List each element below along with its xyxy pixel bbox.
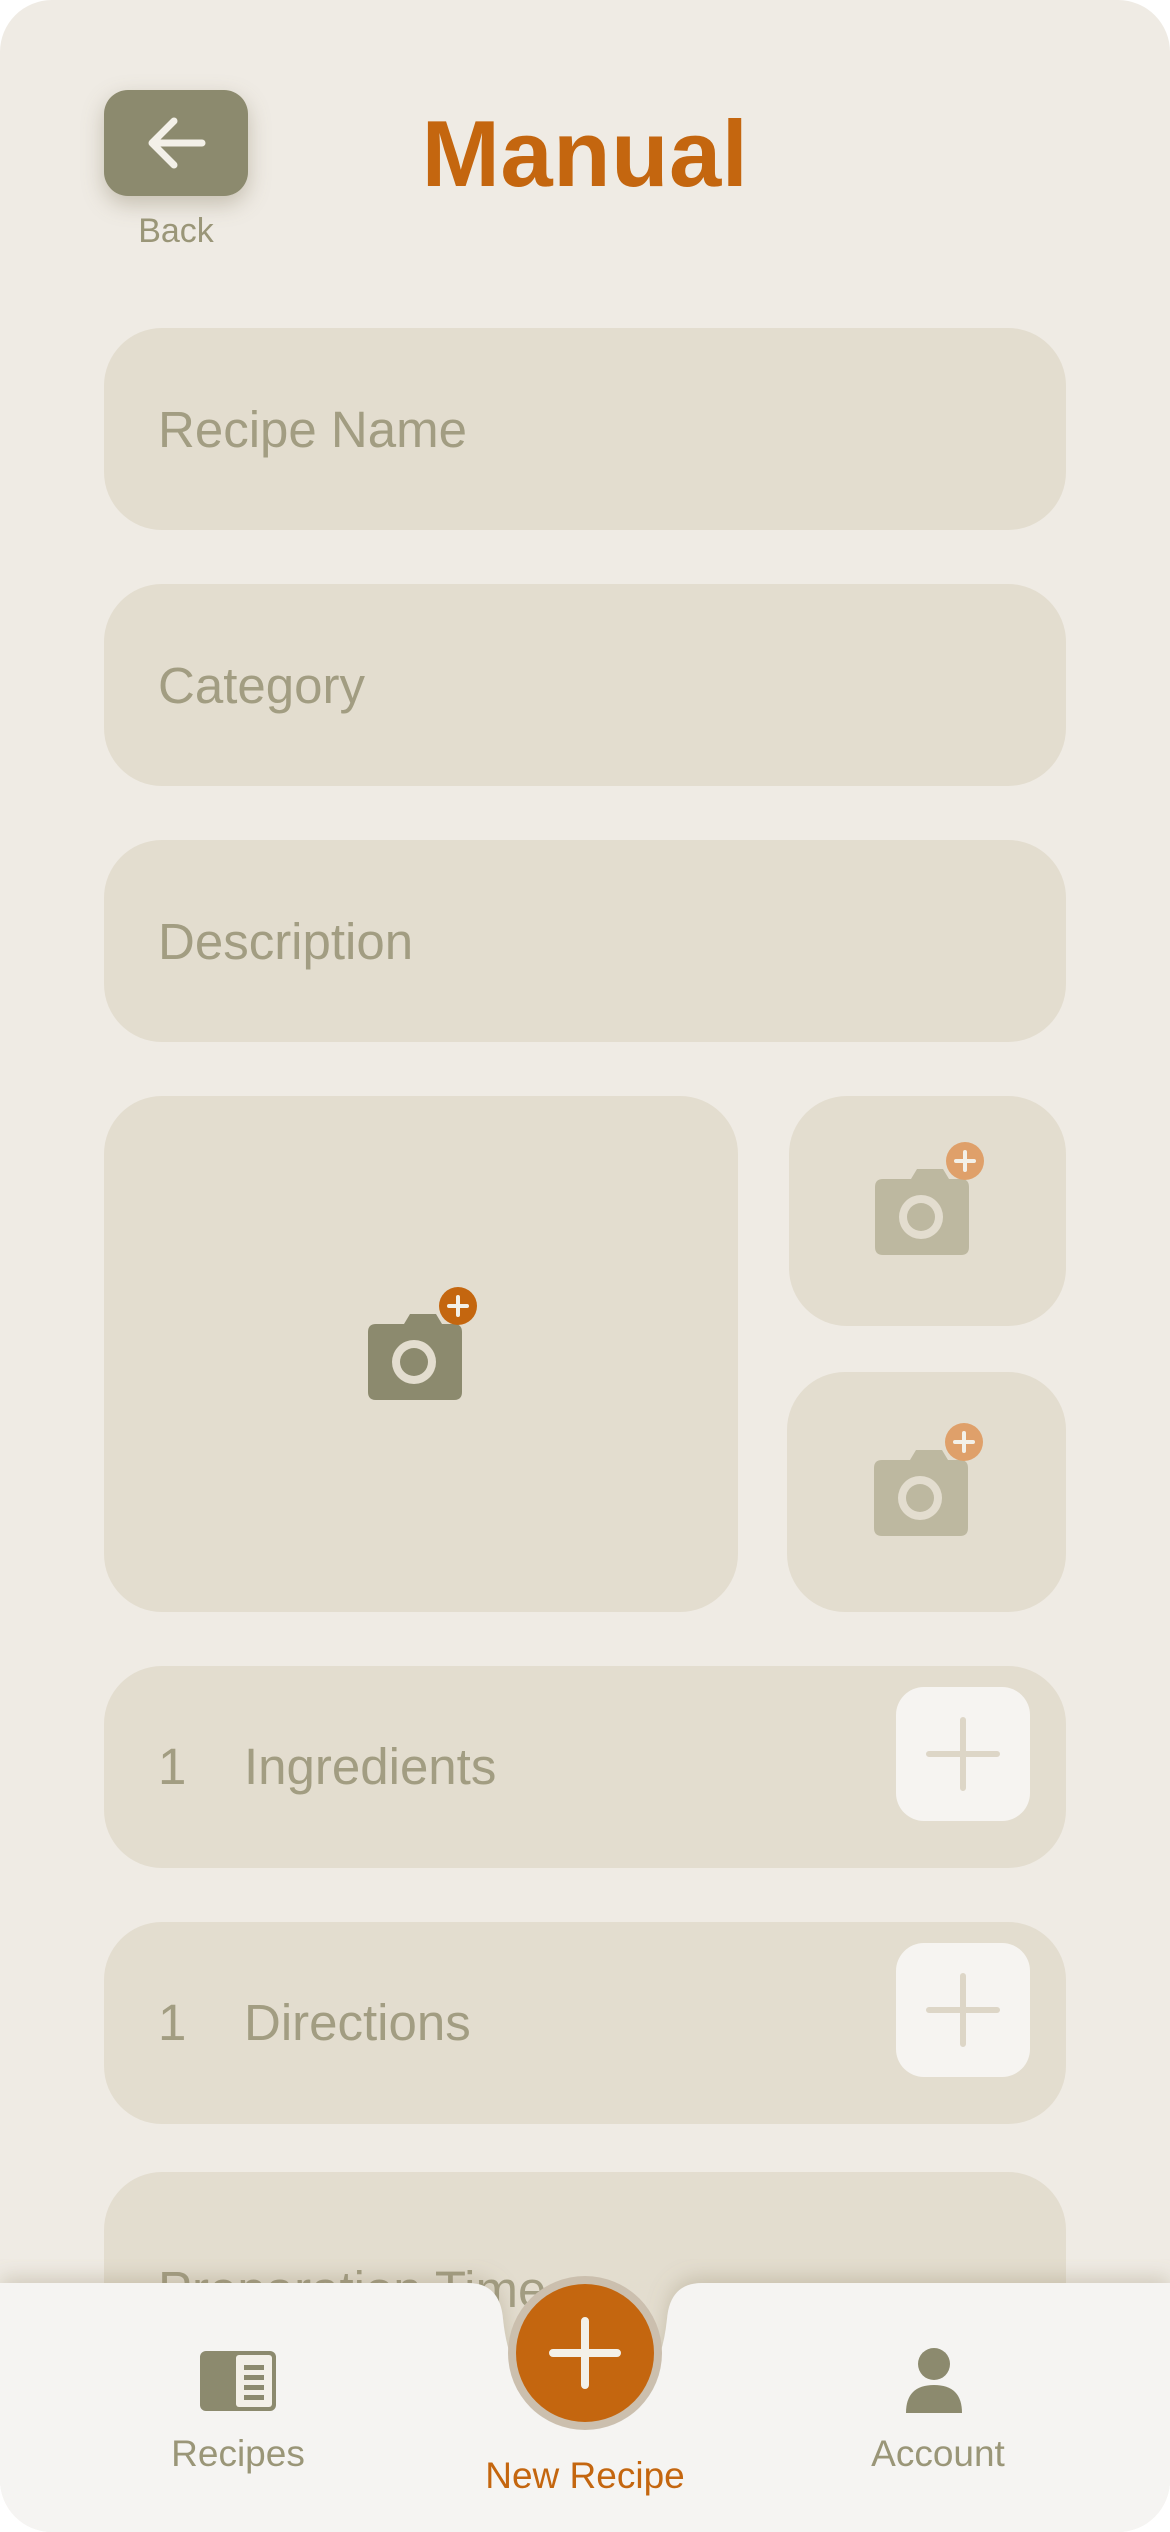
camera-plus-icon (873, 1423, 983, 1536)
ingredients-row[interactable]: 1 Ingredients (104, 1666, 1066, 1868)
recipe-name-field[interactable]: Recipe Name (104, 328, 1066, 530)
tab-recipes-label: Recipes (171, 2433, 305, 2474)
add-ingredient-button[interactable] (896, 1687, 1030, 1821)
back-label: Back (138, 212, 214, 250)
tab-new-recipe-label: New Recipe (485, 2455, 685, 2496)
description-field[interactable]: Description (104, 840, 1066, 1042)
plus-icon (926, 1717, 1000, 1791)
tab-account-label: Account (871, 2433, 1005, 2474)
new-recipe-button[interactable] (516, 2284, 654, 2422)
photo-slot-3[interactable] (787, 1372, 1066, 1612)
page-title: Manual (421, 101, 749, 206)
person-icon (906, 2348, 962, 2413)
directions-label: Directions (244, 1994, 471, 2051)
tab-account[interactable]: Account (818, 2283, 1058, 2532)
photo-slot-2[interactable] (789, 1096, 1066, 1326)
screen: Back Manual Recipe Name Category Descrip… (0, 0, 1170, 2532)
camera-plus-icon (368, 1287, 477, 1400)
add-direction-button[interactable] (896, 1943, 1030, 2077)
directions-row[interactable]: 1 Directions (104, 1922, 1066, 2124)
category-field[interactable]: Category (104, 584, 1066, 786)
tab-recipes[interactable]: Recipes (118, 2283, 358, 2532)
directions-count: 1 (158, 1994, 187, 2051)
plus-icon (549, 2317, 621, 2389)
ingredients-count: 1 (158, 1738, 187, 1795)
camera-plus-icon (874, 1142, 984, 1255)
main-photo-slot[interactable] (104, 1096, 738, 1612)
recipe-book-icon (200, 2351, 276, 2411)
ingredients-label: Ingredients (244, 1738, 497, 1795)
plus-icon (926, 1973, 1000, 2047)
